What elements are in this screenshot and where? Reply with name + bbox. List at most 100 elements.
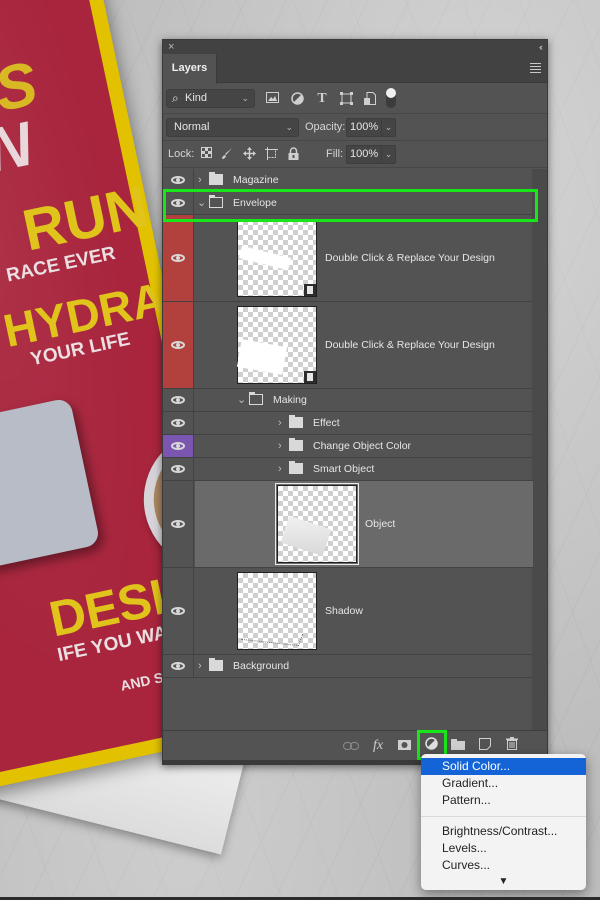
- chevron-down-icon[interactable]: ⌄: [237, 393, 246, 407]
- layer-list: › Magazine ⌄ Envelope Double Click & Rep…: [163, 169, 533, 678]
- eye-icon: [171, 341, 185, 349]
- smart-object-badge-icon: [304, 284, 316, 296]
- new-group-icon[interactable]: [448, 737, 468, 755]
- opacity-dropdown-button[interactable]: ⌄: [381, 118, 396, 137]
- eye-icon: [171, 176, 185, 184]
- delete-layer-icon[interactable]: [502, 737, 522, 755]
- folder-icon: [289, 415, 303, 428]
- menu-item-curves[interactable]: Curves...: [421, 857, 586, 874]
- blend-mode-dropdown[interactable]: Normal ⌄: [166, 118, 299, 137]
- thumbnail-shape: [236, 339, 288, 375]
- filter-kind-dropdown[interactable]: ⌕ Kind ⌄: [166, 89, 255, 108]
- tab-layers[interactable]: Layers: [163, 54, 217, 84]
- layer-smart-object-2[interactable]: Double Click & Replace Your Design: [163, 302, 533, 389]
- chevron-right-icon[interactable]: ›: [198, 173, 202, 187]
- layers-panel: × ‹‹ Layers ⌕ Kind ⌄ T Normal ⌄ Opacity:…: [162, 39, 548, 765]
- chevron-right-icon[interactable]: ›: [278, 439, 282, 453]
- fill-dropdown-button[interactable]: ⌄: [381, 145, 396, 164]
- menu-item-solid-color[interactable]: Solid Color...: [421, 758, 586, 775]
- lock-position-icon[interactable]: [242, 147, 256, 161]
- visibility-toggle[interactable]: [163, 481, 194, 567]
- chevron-right-icon[interactable]: ›: [278, 462, 282, 476]
- layer-name: Object: [365, 518, 396, 530]
- lock-row: Lock: Fill: 100% ⌄: [163, 141, 547, 168]
- search-icon: ⌕: [172, 91, 179, 105]
- link-layers-icon[interactable]: [341, 737, 361, 755]
- lock-artboard-icon[interactable]: [264, 147, 278, 161]
- menu-item-brightness-contrast[interactable]: Brightness/Contrast...: [421, 823, 586, 840]
- menu-item-levels[interactable]: Levels...: [421, 840, 586, 857]
- chevron-right-icon[interactable]: ›: [278, 416, 282, 430]
- blend-mode-value: Normal: [174, 121, 210, 133]
- menu-item-gradient[interactable]: Gradient...: [421, 775, 586, 792]
- panel-menu-icon[interactable]: [530, 63, 541, 75]
- folder-open-icon: [209, 195, 223, 208]
- collapse-panel-icon[interactable]: ‹‹: [539, 40, 543, 54]
- thumbnail-shape: [240, 627, 304, 647]
- visibility-toggle[interactable]: [163, 568, 194, 654]
- layer-envelope[interactable]: ⌄ Envelope: [163, 192, 533, 215]
- image-filter-icon[interactable]: [265, 92, 279, 106]
- lock-image-icon[interactable]: [220, 147, 234, 161]
- folder-icon: [209, 658, 223, 671]
- layer-background[interactable]: › Background: [163, 655, 533, 678]
- layer-name: Double Click & Replace Your Design: [325, 252, 495, 264]
- layer-magazine[interactable]: › Magazine: [163, 169, 533, 192]
- adjustment-layer-icon[interactable]: [421, 737, 441, 755]
- lock-all-icon[interactable]: [286, 147, 300, 161]
- layer-thumbnail: [275, 483, 359, 565]
- folder-icon: [289, 438, 303, 451]
- visibility-toggle[interactable]: [163, 169, 194, 191]
- menu-item-pattern[interactable]: Pattern...: [421, 792, 586, 809]
- folder-icon: [289, 461, 303, 474]
- thumbnail-shape: [239, 246, 291, 270]
- layer-thumbnail: [237, 219, 317, 297]
- visibility-toggle[interactable]: [163, 458, 194, 480]
- layer-change-object-color[interactable]: › Change Object Color: [163, 435, 533, 458]
- visibility-toggle[interactable]: [163, 215, 194, 301]
- layer-shadow[interactable]: Shadow: [163, 568, 533, 655]
- opacity-input[interactable]: 100%: [346, 118, 382, 137]
- menu-scroll-down-icon[interactable]: ▼: [421, 874, 586, 890]
- visibility-toggle[interactable]: [163, 302, 194, 388]
- layer-making[interactable]: ⌄ Making: [163, 389, 533, 412]
- eye-icon: [171, 442, 185, 450]
- layer-object[interactable]: Object: [163, 481, 533, 568]
- chevron-down-icon: ⌄: [285, 122, 293, 132]
- shape-filter-icon[interactable]: [339, 92, 353, 106]
- blend-row: Normal ⌄ Opacity: 100% ⌄: [163, 114, 547, 141]
- fx-icon[interactable]: fx: [368, 737, 388, 755]
- panel-titlebar[interactable]: × ‹‹: [163, 40, 547, 54]
- layer-name: Making: [273, 394, 307, 406]
- smart-object-filter-icon[interactable]: [363, 92, 377, 106]
- add-mask-icon[interactable]: [394, 737, 414, 755]
- folder-open-icon: [249, 392, 263, 405]
- layer-name: Magazine: [233, 174, 279, 186]
- visibility-toggle[interactable]: [163, 389, 194, 411]
- adjustment-filter-icon[interactable]: [290, 92, 304, 106]
- eye-icon: [171, 419, 185, 427]
- adjustment-layer-menu: Solid Color... Gradient... Pattern... Br…: [421, 754, 586, 890]
- visibility-toggle[interactable]: [163, 435, 194, 457]
- eye-icon: [171, 662, 185, 670]
- layer-name: Double Click & Replace Your Design: [325, 339, 495, 351]
- new-layer-icon[interactable]: [475, 737, 495, 755]
- layer-thumbnail: [236, 306, 317, 384]
- chevron-right-icon[interactable]: ›: [198, 659, 202, 673]
- fill-input[interactable]: 100%: [346, 145, 382, 164]
- eye-icon: [171, 465, 185, 473]
- visibility-toggle[interactable]: [163, 192, 194, 214]
- visibility-toggle[interactable]: [163, 412, 194, 434]
- layer-effect[interactable]: › Effect: [163, 412, 533, 435]
- filter-toggle-switch[interactable]: [386, 88, 396, 108]
- close-panel-icon[interactable]: ×: [168, 40, 174, 54]
- layer-smart-object-group[interactable]: › Smart Object: [163, 458, 533, 481]
- layer-smart-object-1[interactable]: Double Click & Replace Your Design: [163, 215, 533, 302]
- lock-transparent-icon[interactable]: [199, 147, 213, 161]
- layers-scrollbar[interactable]: [532, 169, 547, 732]
- eye-icon: [171, 396, 185, 404]
- poster-title-line2: SIGN: [0, 109, 37, 208]
- chevron-down-icon[interactable]: ⌄: [197, 196, 206, 210]
- type-filter-icon[interactable]: T: [315, 92, 329, 106]
- visibility-toggle[interactable]: [163, 655, 194, 677]
